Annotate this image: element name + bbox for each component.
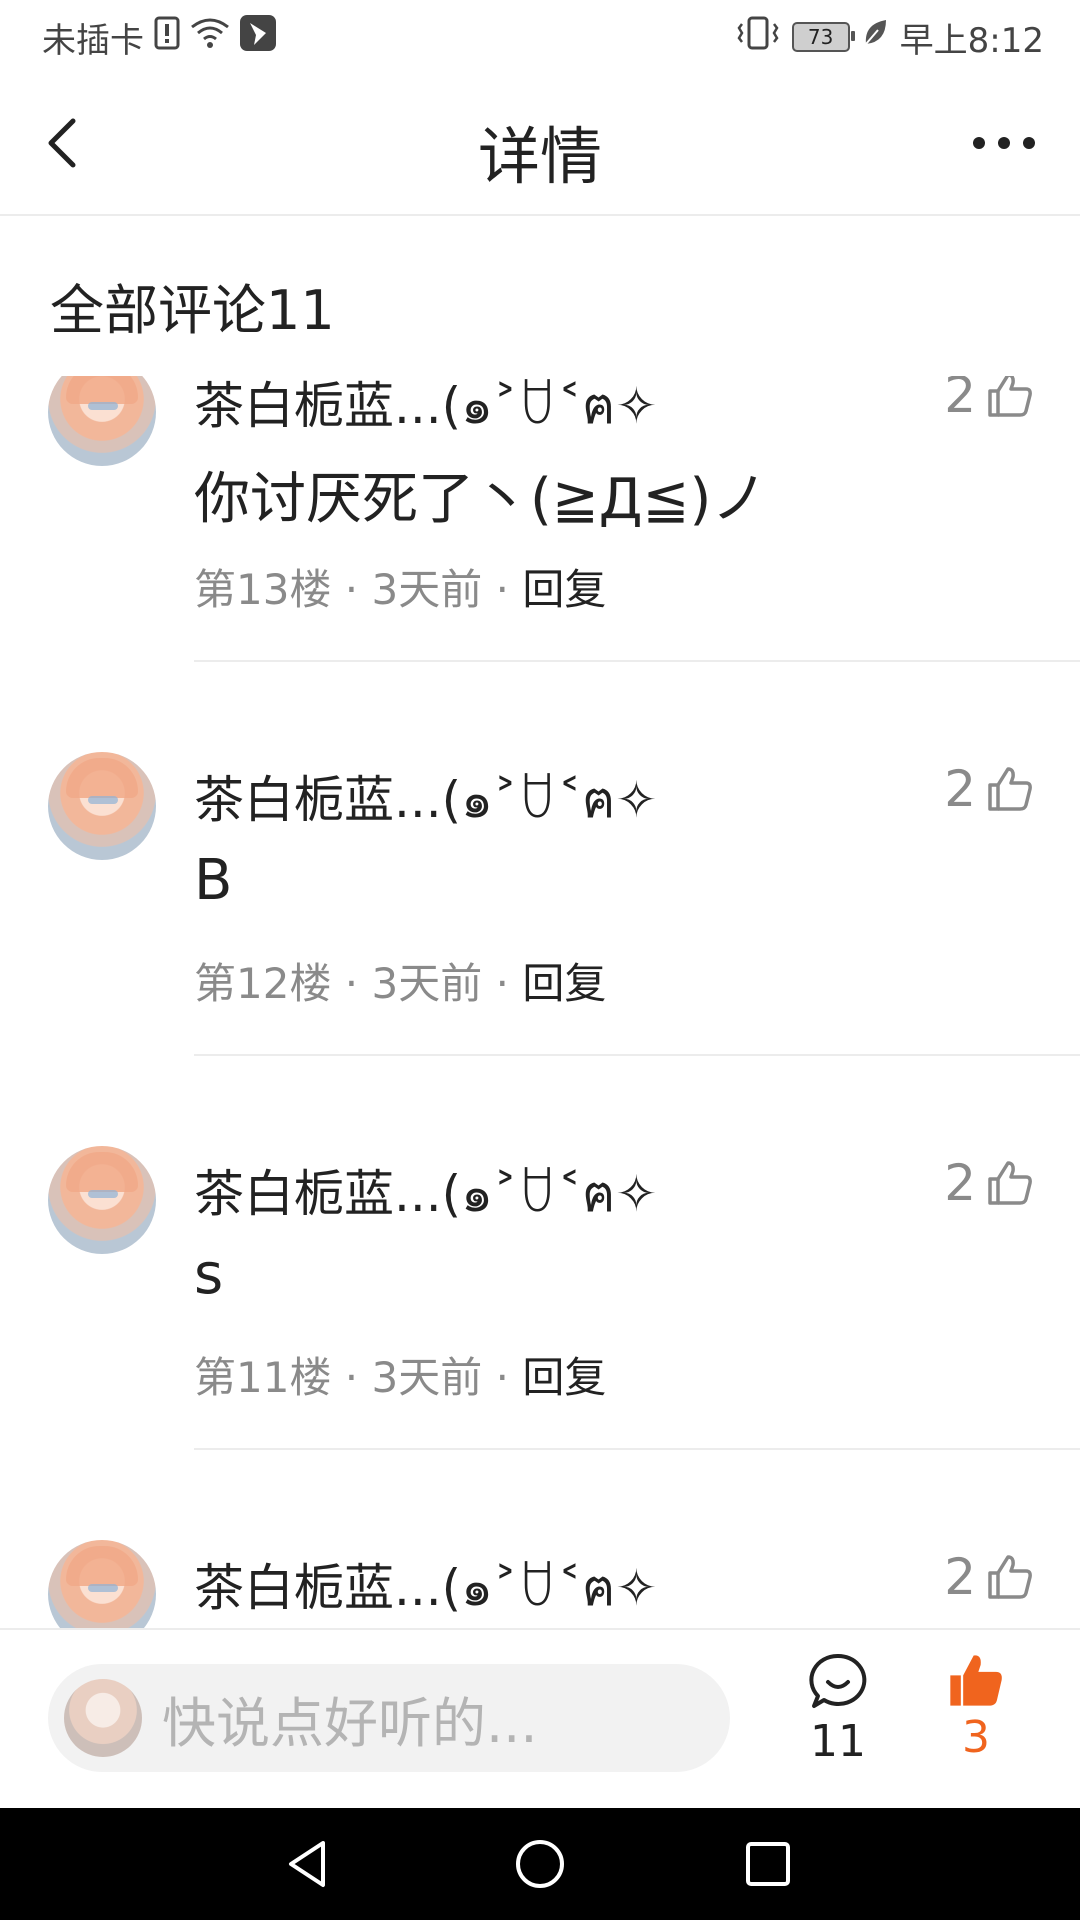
vibrate-icon <box>736 16 780 59</box>
comment-time: 3天前 <box>371 1353 483 1402</box>
avatar[interactable] <box>48 376 156 466</box>
divider <box>194 1448 1080 1450</box>
more-dots-icon <box>973 137 1035 149</box>
status-bar: 未插卡 73 早上8:12 <box>0 0 1080 74</box>
comment-time: 3天前 <box>371 565 483 614</box>
thumbs-up-icon <box>988 376 1032 417</box>
comment-meta: 第13楼 · 3天前 · 回复 <box>194 565 607 614</box>
reply-button[interactable]: 回复 <box>522 565 606 614</box>
comment-text: 你讨厌死了丶(≧Д≦)ノ <box>194 467 768 532</box>
comment-floor: 第13楼 <box>194 565 332 614</box>
comments-button[interactable]: 11 <box>790 1652 886 1792</box>
nav-back-button[interactable] <box>268 1828 348 1900</box>
wifi-icon <box>190 17 230 58</box>
comment-list[interactable]: 茶白栀蓝...(๑˃ꇴ˂ฅ✧ 2 你讨厌死了丶(≧Д≦)ノ 第13楼 · 3天前… <box>0 376 1080 1628</box>
comment-item: 茶白栀蓝...(๑˃ꇴ˂ฅ✧ 2 B 第12楼 · 3天前 · 回复 <box>0 752 1080 1146</box>
status-left: 未插卡 <box>42 14 276 61</box>
app-notification-icon <box>240 14 276 60</box>
comment-like-count: 2 <box>944 376 976 424</box>
more-options-button[interactable] <box>964 110 1044 176</box>
battery-icon: 73 <box>791 22 855 52</box>
comment-like-count: 2 <box>944 1154 976 1212</box>
avatar[interactable] <box>48 752 156 860</box>
comment-item: 茶白栀蓝...(๑˃ꇴ˂ฅ✧ 2 <box>0 1540 1080 1628</box>
status-right: 73 早上8:12 <box>736 14 1044 61</box>
comment-username[interactable]: 茶白栀蓝...(๑˃ꇴ˂ฅ✧ <box>194 1154 657 1234</box>
comment-time: 3天前 <box>371 959 483 1008</box>
battery-level: 73 <box>807 25 834 49</box>
sim-alert-icon <box>154 16 180 59</box>
comment-item: 茶白栀蓝...(๑˃ꇴ˂ฅ✧ 2 你讨厌死了丶(≧Д≦)ノ 第13楼 · 3天前… <box>0 376 1080 752</box>
thumbs-up-icon <box>988 1161 1032 1205</box>
user-avatar <box>64 1679 142 1757</box>
recent-square-icon <box>746 1842 790 1886</box>
comment-username[interactable]: 茶白栀蓝...(๑˃ꇴ˂ฅ✧ <box>194 760 657 840</box>
comment-like-button[interactable]: 2 <box>944 1154 1034 1212</box>
divider <box>194 660 1080 662</box>
comment-item: 茶白栀蓝...(๑˃ꇴ˂ฅ✧ 2 s 第11楼 · 3天前 · 回复 <box>0 1146 1080 1540</box>
comment-input[interactable]: 快说点好听的... <box>48 1664 730 1772</box>
comment-meta: 第12楼 · 3天前 · 回复 <box>194 959 607 1008</box>
navigation-bar <box>0 1808 1080 1920</box>
leaf-icon <box>862 17 888 57</box>
bottom-bar: 快说点好听的... 11 3 <box>0 1628 1080 1810</box>
comment-text: s <box>194 1242 224 1307</box>
comment-like-button[interactable]: 2 <box>944 1548 1034 1606</box>
like-post-button[interactable]: 3 <box>928 1652 1024 1792</box>
reply-button[interactable]: 回复 <box>522 1353 606 1402</box>
comment-input-placeholder: 快说点好听的... <box>162 1691 538 1755</box>
comment-like-count: 2 <box>944 1548 976 1606</box>
nav-recents-button[interactable] <box>728 1828 808 1900</box>
comment-meta: 第11楼 · 3天前 · 回复 <box>194 1353 607 1402</box>
comment-like-button[interactable]: 2 <box>944 376 1034 424</box>
carrier-label: 未插卡 <box>42 20 144 61</box>
thumbs-up-filled-icon <box>950 1655 1002 1706</box>
comment-floor: 第11楼 <box>194 1353 332 1402</box>
comment-bubble-icon <box>809 1653 867 1708</box>
divider <box>194 1054 1080 1056</box>
comment-floor: 第12楼 <box>194 959 332 1008</box>
like-count: 3 <box>962 1712 990 1763</box>
nav-home-button[interactable] <box>500 1828 580 1900</box>
home-circle-icon <box>516 1840 564 1888</box>
comments-count: 11 <box>810 1716 866 1767</box>
reply-button[interactable]: 回复 <box>522 959 606 1008</box>
comment-like-count: 2 <box>944 760 976 818</box>
avatar[interactable] <box>48 1540 156 1628</box>
back-triangle-icon <box>289 1841 325 1887</box>
avatar[interactable] <box>48 1146 156 1254</box>
comment-text: B <box>194 848 233 913</box>
comment-like-button[interactable]: 2 <box>944 760 1034 818</box>
comment-username[interactable]: 茶白栀蓝...(๑˃ꇴ˂ฅ✧ <box>194 376 657 446</box>
status-time: 早上8:12 <box>899 20 1044 61</box>
comments-heading: 全部评论11 <box>50 279 335 342</box>
thumbs-up-icon <box>988 767 1032 811</box>
page-title: 详情 <box>477 120 602 193</box>
comment-username[interactable]: 茶白栀蓝...(๑˃ꇴ˂ฅ✧ <box>194 1548 657 1628</box>
title-bar: 详情 <box>0 74 1080 216</box>
thumbs-up-icon <box>988 1555 1032 1599</box>
